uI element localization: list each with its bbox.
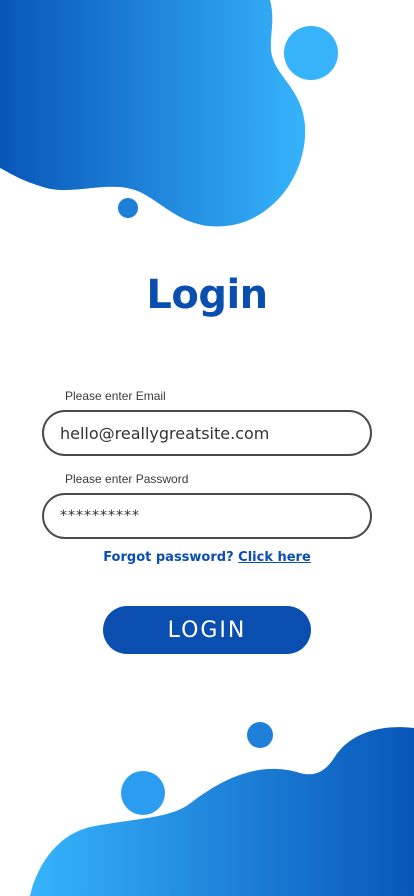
password-field[interactable]: **********: [42, 493, 372, 539]
password-label: Please enter Password: [65, 472, 189, 486]
email-value: hello@reallygreatsite.com: [60, 423, 270, 443]
bottom-blob: [30, 727, 414, 896]
login-button[interactable]: LOGIN: [103, 606, 311, 654]
email-field[interactable]: hello@reallygreatsite.com: [42, 410, 372, 456]
top-blob: [0, 0, 306, 227]
forgot-text: Forgot password?: [103, 550, 234, 565]
forgot-password-link[interactable]: Click here: [238, 550, 311, 565]
email-label: Please enter Email: [65, 389, 166, 403]
top-bubble-large: [284, 26, 338, 80]
page-title: Login: [146, 272, 268, 318]
bottom-bubble-large: [121, 771, 165, 815]
bottom-bubble-small: [247, 722, 273, 748]
password-value: **********: [60, 508, 140, 524]
top-bubble-small: [118, 198, 138, 218]
forgot-password: Forgot password? Click here: [0, 550, 414, 565]
